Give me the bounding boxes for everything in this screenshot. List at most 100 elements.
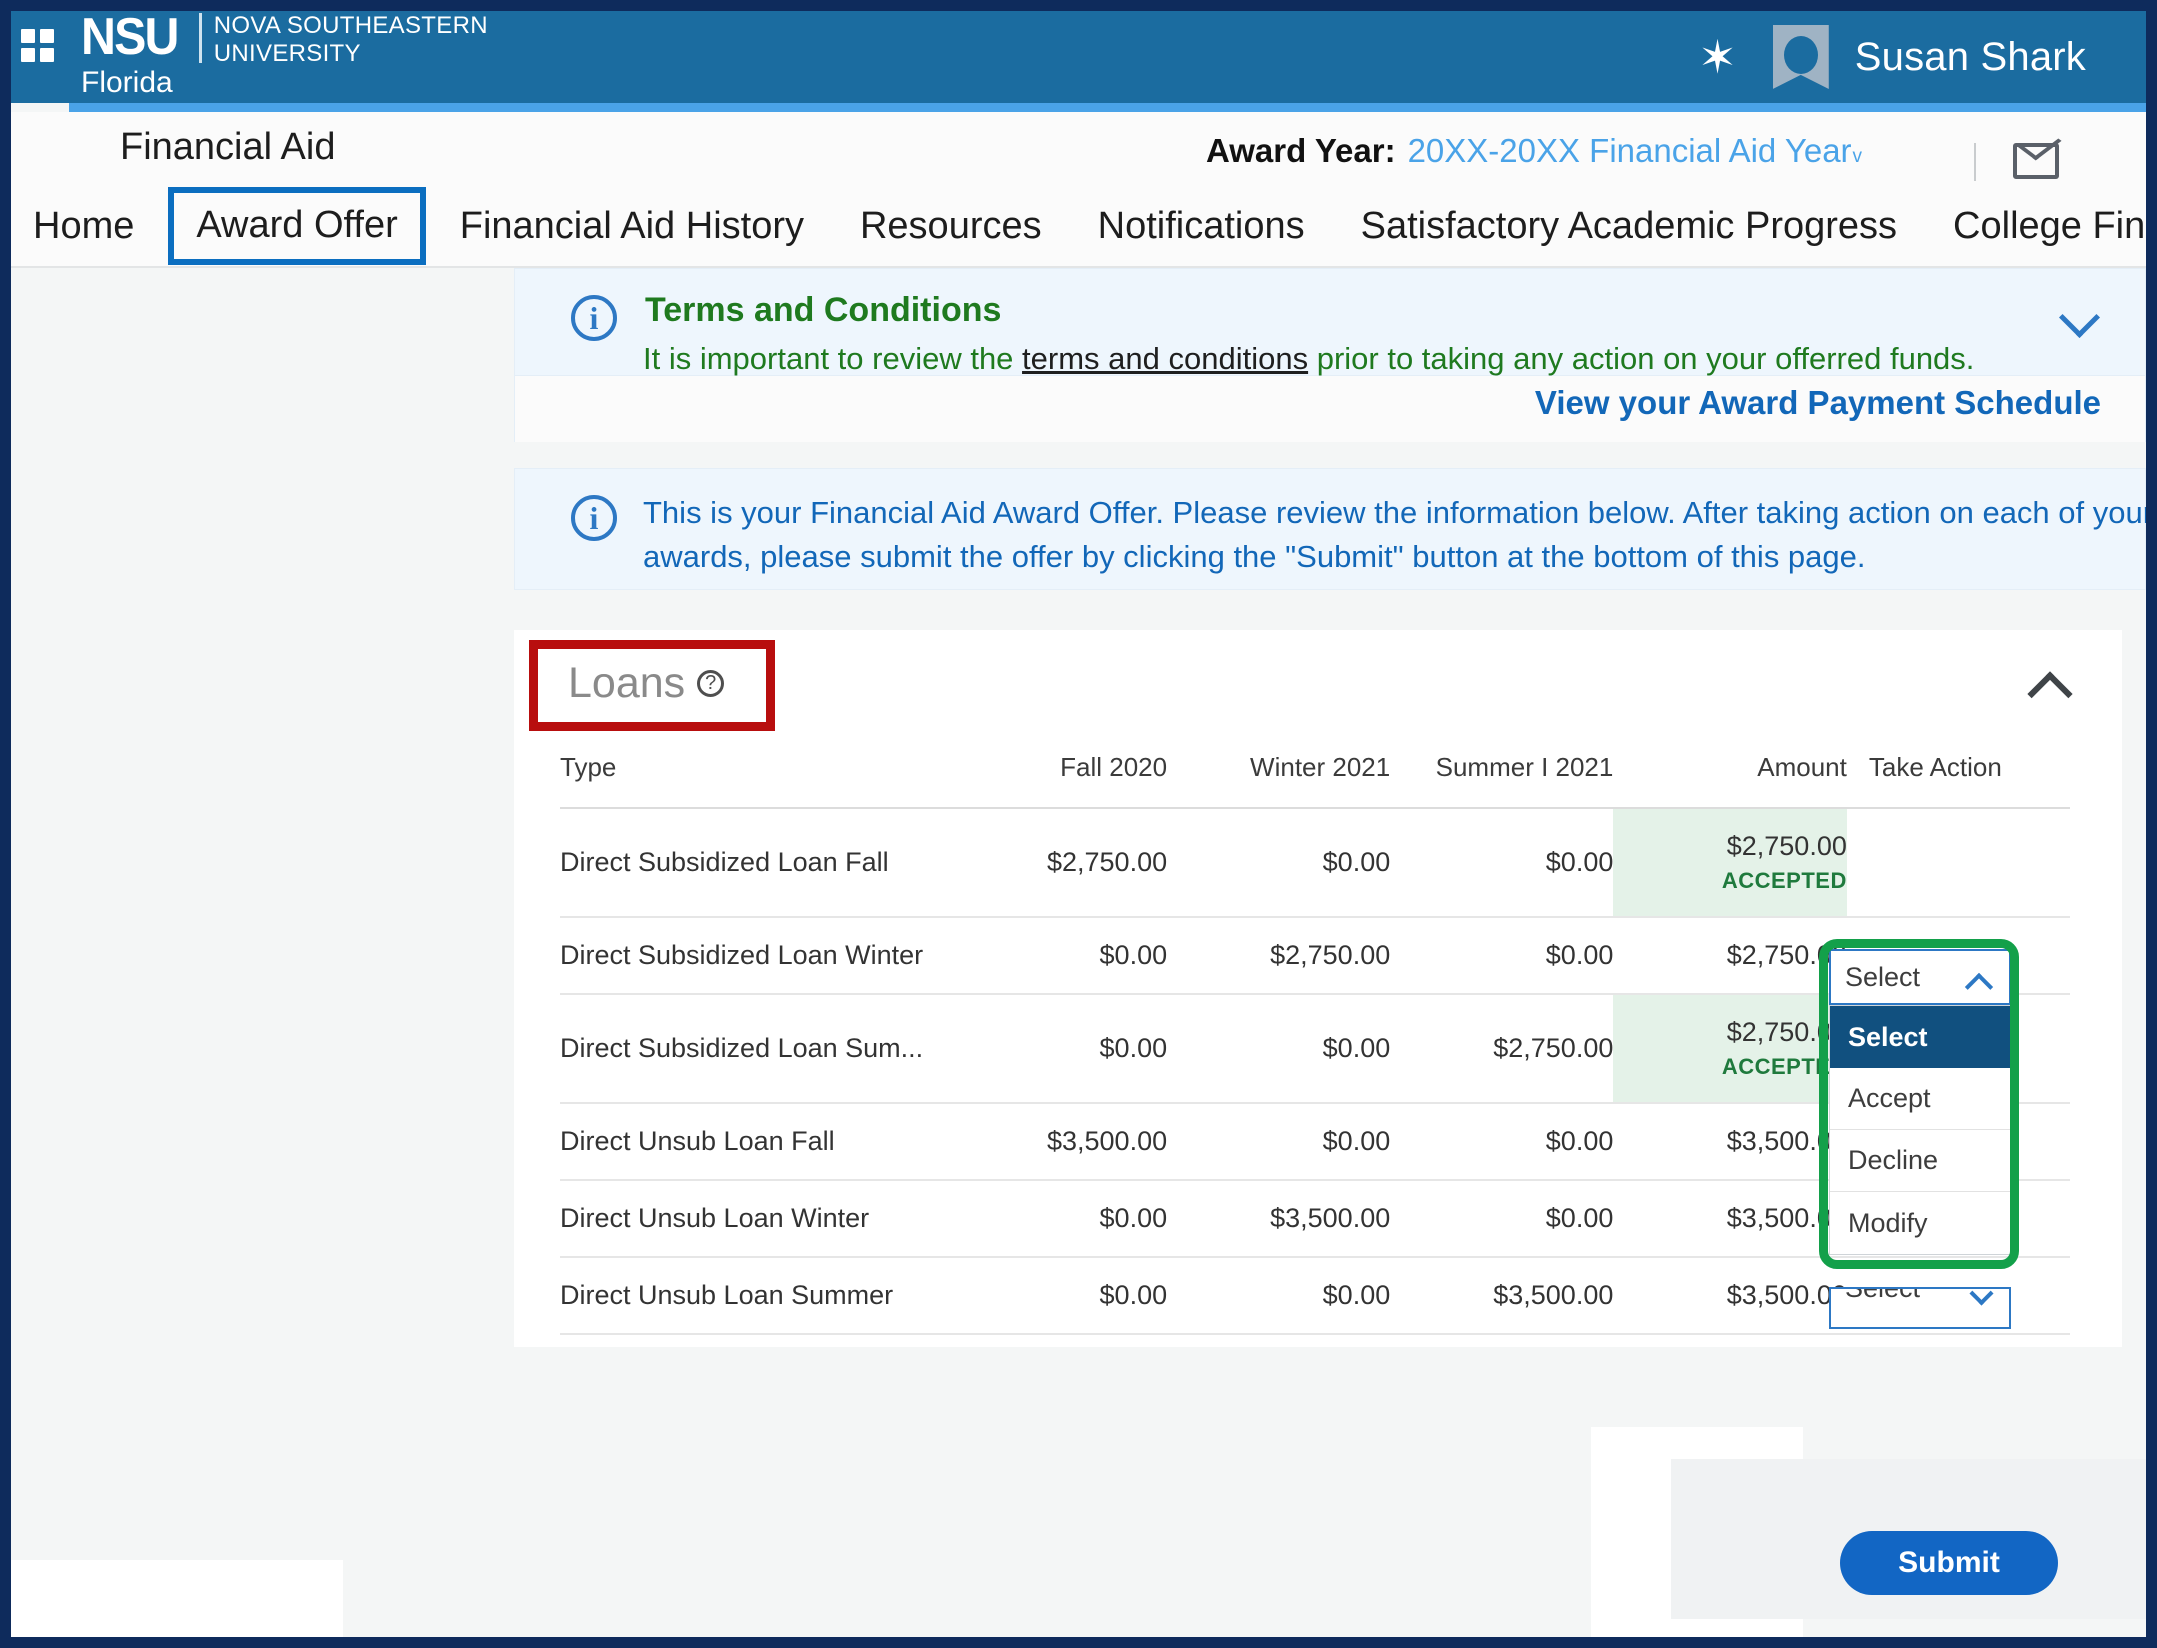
terms-body-after: prior to taking any action on your offer… [1308,341,1974,376]
amount-value: $3,500.00 [1613,1126,1847,1157]
nsu-logo-text: NSU [81,11,178,63]
page-root: NSU NOVA SOUTHEASTERN UNIVERSITY Florida… [0,0,2157,1648]
loans-card-header: Loans ? [514,630,2122,740]
envelope-icon[interactable] [2013,143,2059,179]
page-title: Financial Aid [120,126,335,169]
take-action-dropdown: Select Select Accept Decline Modify Sele… [1829,949,2011,1255]
amount-value: $2,750.00 [1613,1017,1847,1048]
cell-fall: $3,500.00 [944,1103,1167,1180]
header-divider [1974,143,1976,181]
terms-body: It is important to review the terms and … [643,341,1974,377]
column-header-take-action: Take Action [1847,738,2070,808]
cell-amount: $2,750.00 ACCEPTED [1613,994,1847,1103]
avatar-icon[interactable] [1773,25,1829,89]
column-header-type: Type [560,738,944,808]
left-bottom-panel [11,1560,343,1648]
cell-type: Direct Subsidized Loan Fall [560,808,944,917]
cell-summer: $0.00 [1390,1180,1613,1257]
offer-info-line-2: awards, please submit the offer by click… [643,539,1866,575]
nav-item-resources[interactable]: Resources [832,188,1070,264]
submit-button[interactable]: Submit [1840,1531,2058,1595]
chevron-down-icon [1973,1287,1991,1297]
brand-header: NSU NOVA SOUTHEASTERN UNIVERSITY Florida… [11,11,2146,103]
cell-amount: $3,500.00 [1613,1103,1847,1180]
terms-and-conditions-link[interactable]: terms and conditions [1022,341,1308,376]
info-circle-icon: i [571,495,617,541]
cell-fall: $2,750.00 [944,808,1167,917]
cell-winter: $0.00 [1167,1103,1390,1180]
chevron-down-icon[interactable] [2063,299,2101,337]
gear-icon[interactable]: ✶ [1698,34,1737,80]
cell-fall: $0.00 [944,1257,1167,1334]
amount-value: $2,750.00 [1613,940,1847,971]
cell-summer: $0.00 [1390,917,1613,994]
table-row: Direct Subsidized Loan Fall $2,750.00 $0… [560,808,2070,917]
option-decline[interactable]: Decline [1830,1130,2010,1192]
florida-label: Florida [81,67,488,99]
brand-right: ✶ Susan Shark [1698,25,2146,89]
loans-title-highlight: Loans ? [529,640,775,731]
terms-body-before: It is important to review the [643,341,1022,376]
cell-summer: $0.00 [1390,808,1613,917]
loans-table-head: Type Fall 2020 Winter 2021 Summer I 2021… [560,738,2070,808]
cell-summer: $3,500.00 [1390,1257,1613,1334]
cell-amount: $3,500.00 [1613,1180,1847,1257]
chevron-up-icon[interactable] [2030,668,2074,698]
left-spacer [11,268,511,1648]
cell-winter: $0.00 [1167,1257,1390,1334]
main-nav: Home Award Offer Financial Aid History R… [11,186,2146,266]
amount-value: $2,750.00 [1613,831,1847,862]
app-grid-icon[interactable] [21,29,55,63]
take-action-below-value: Select [1845,1287,1920,1304]
cell-winter: $2,750.00 [1167,917,1390,994]
university-line-2: UNIVERSITY [214,39,488,67]
option-select[interactable]: Select [1830,1006,2010,1068]
nsu-logo[interactable]: NSU NOVA SOUTHEASTERN UNIVERSITY Florida [81,11,488,99]
offer-info-line-1: This is your Financial Aid Award Offer. … [643,495,2153,531]
cell-amount: $2,750.00 [1613,917,1847,994]
column-header-summer: Summer I 2021 [1390,738,1613,808]
take-action-options-list: Select Accept Decline Modify [1829,1005,2011,1255]
schedule-bar: View your Award Payment Schedule [514,376,2146,442]
university-line-1: NOVA SOUTHEASTERN [214,11,488,39]
loans-title: Loans [568,659,685,708]
cell-fall: $0.00 [944,917,1167,994]
sub-header: Financial Aid Award Year: 20XX-20XX Fina… [11,112,2146,186]
column-header-fall: Fall 2020 [944,738,1167,808]
terms-and-conditions-alert: i Terms and Conditions It is important t… [514,268,2146,376]
nav-items: Home Award Offer Financial Aid History R… [11,186,2146,266]
nav-item-award-offer[interactable]: Award Offer [168,187,425,265]
cell-take-action [1847,808,2070,917]
user-name[interactable]: Susan Shark [1855,35,2086,80]
cell-fall: $0.00 [944,994,1167,1103]
cell-type: Direct Subsidized Loan Winter [560,917,944,994]
cell-winter: $3,500.00 [1167,1180,1390,1257]
nav-item-financial-aid-history[interactable]: Financial Aid History [432,188,832,264]
cell-summer: $0.00 [1390,1103,1613,1180]
amount-value: $3,500.00 [1613,1203,1847,1234]
cell-type: Direct Unsub Loan Fall [560,1103,944,1180]
take-action-select[interactable]: Select [1829,949,2011,1005]
option-modify[interactable]: Modify [1830,1192,2010,1254]
cell-summer: $2,750.00 [1390,994,1613,1103]
cell-amount: $2,750.00 ACCEPTED [1613,808,1847,917]
status-badge: ACCEPTED [1613,1054,1847,1080]
nav-item-college-financing-plan[interactable]: College Financing Plan [1925,188,2157,264]
cell-amount: $3,500.00 [1613,1257,1847,1334]
status-badge: ACCEPTED [1613,868,1847,894]
award-payment-schedule-link[interactable]: View your Award Payment Schedule [1535,384,2101,422]
submit-holder: Submit [1840,1531,2058,1595]
nav-item-notifications[interactable]: Notifications [1070,188,1333,264]
option-accept[interactable]: Accept [1830,1068,2010,1130]
take-action-select-below[interactable]: Select [1829,1287,2011,1329]
cell-type: Direct Subsidized Loan Sum... [560,994,944,1103]
brand-left: NSU NOVA SOUTHEASTERN UNIVERSITY Florida [11,15,488,99]
help-circle-icon[interactable]: ? [697,670,724,697]
chevron-up-icon [1969,973,1991,989]
take-action-selected-value: Select [1845,962,1920,993]
nav-item-home[interactable]: Home [11,188,162,264]
cell-winter: $0.00 [1167,808,1390,917]
award-year-selector[interactable]: Award Year: 20XX-20XX Financial Aid Year… [1206,132,1862,170]
award-year-label: Award Year: [1206,132,1396,170]
nav-item-satisfactory-academic-progress[interactable]: Satisfactory Academic Progress [1333,188,1925,264]
